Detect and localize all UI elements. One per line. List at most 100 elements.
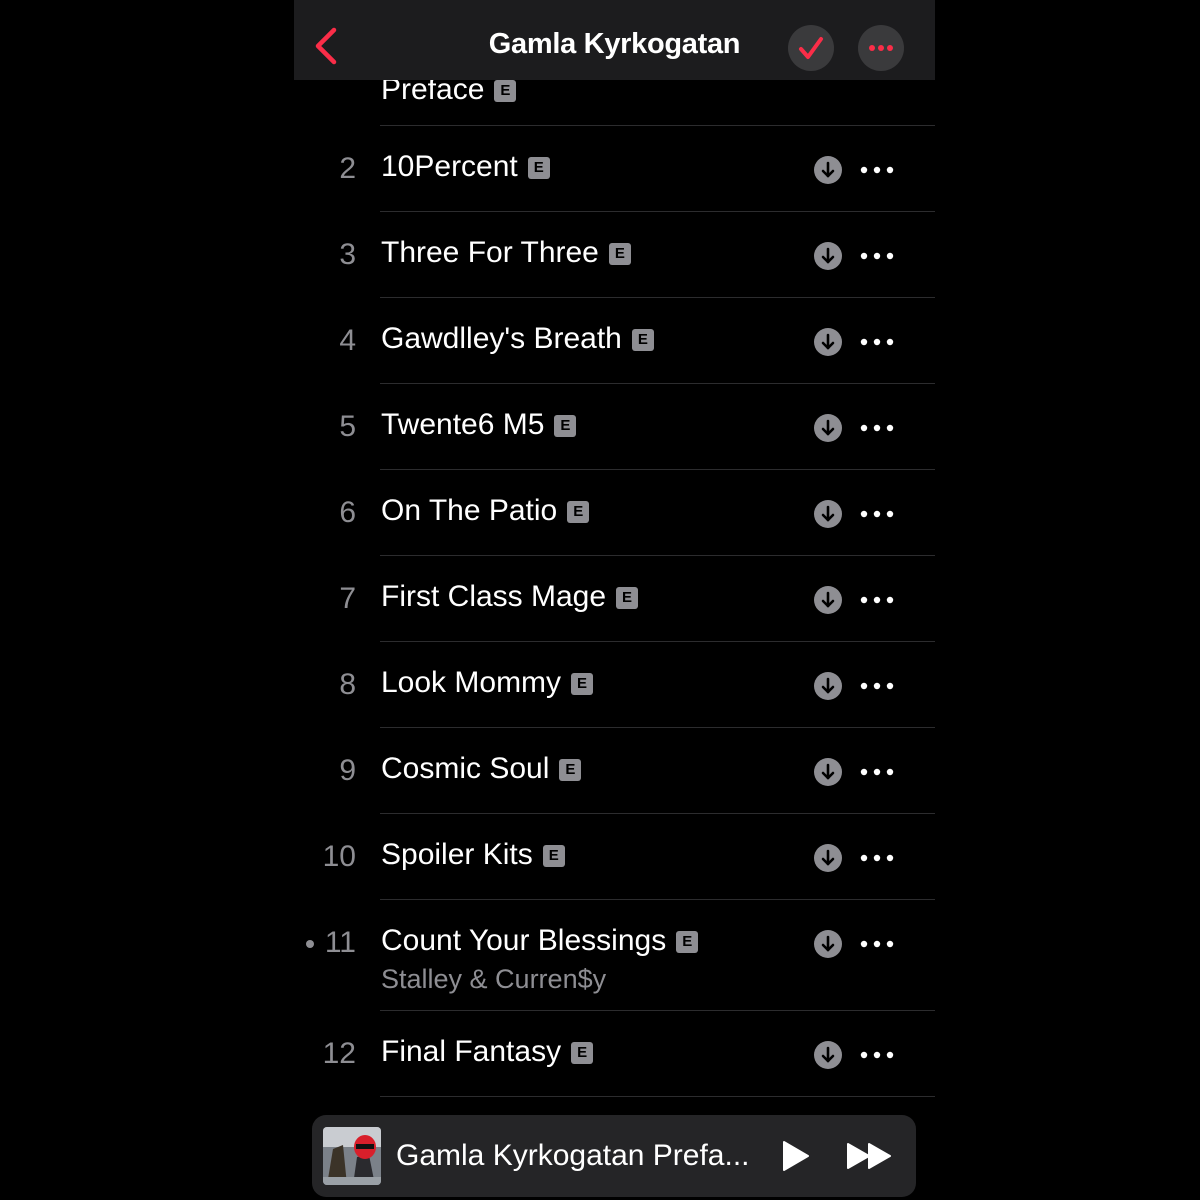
download-button[interactable] (814, 758, 842, 786)
track-title-container: Spoiler Kits E (381, 838, 565, 872)
track-row[interactable]: 12 Final Fantasy E (294, 1011, 935, 1097)
fast-forward-icon (847, 1143, 891, 1169)
download-button[interactable] (814, 586, 842, 614)
download-arrow-icon (821, 591, 835, 608)
download-arrow-icon (821, 419, 835, 436)
ellipsis-icon (860, 166, 894, 174)
track-more-button[interactable] (857, 500, 897, 528)
track-title-container: Three For Three E (381, 236, 631, 270)
track-row[interactable]: 2 10Percent E (294, 126, 935, 212)
track-more-button[interactable] (857, 1041, 897, 1069)
play-button[interactable] (778, 1139, 812, 1173)
track-title-container: First Class Mage E (381, 580, 639, 614)
download-button[interactable] (814, 242, 842, 270)
track-number: 4 (339, 324, 356, 357)
download-arrow-icon (821, 677, 835, 694)
explicit-badge: E (608, 243, 631, 265)
explicit-badge: E (567, 501, 590, 523)
download-button[interactable] (814, 414, 842, 442)
track-more-button[interactable] (857, 758, 897, 786)
explicit-badge: E (542, 845, 565, 867)
mini-player[interactable]: Gamla Kyrkogatan Prefa... (312, 1115, 916, 1197)
track-row[interactable]: 3 Three For Three E (294, 212, 935, 298)
ellipsis-icon (860, 1051, 894, 1059)
download-arrow-icon (821, 1046, 835, 1063)
track-title-container: On The Patio E (381, 494, 590, 528)
ellipsis-icon (860, 338, 894, 346)
track-number: 3 (339, 238, 356, 271)
track-more-button[interactable] (857, 844, 897, 872)
track-row[interactable]: 7 First Class Mage E (294, 556, 935, 642)
track-more-button[interactable] (857, 414, 897, 442)
track-title: Gawdlley's Breath (381, 322, 622, 355)
download-button[interactable] (814, 156, 842, 184)
track-title: Cosmic Soul (381, 752, 550, 785)
track-more-button[interactable] (857, 328, 897, 356)
explicit-badge: E (676, 931, 699, 953)
download-button[interactable] (814, 328, 842, 356)
track-title: Look Mommy (381, 666, 562, 699)
now-playing-title: Gamla Kyrkogatan Prefa... (396, 1139, 750, 1172)
track-more-button[interactable] (857, 930, 897, 958)
track-row[interactable]: 9 Cosmic Soul E (294, 728, 935, 814)
track-title: Twente6 M5 (381, 408, 545, 441)
track-number: 12 (322, 1037, 356, 1070)
download-arrow-icon (821, 505, 835, 522)
download-button[interactable] (814, 672, 842, 700)
fast-forward-button[interactable] (845, 1141, 895, 1171)
ellipsis-icon (860, 424, 894, 432)
ellipsis-icon (860, 854, 894, 862)
checkmark-icon (799, 37, 823, 59)
play-icon (783, 1141, 809, 1171)
explicit-badge: E (527, 157, 550, 179)
track-row[interactable]: 8 Look Mommy E (294, 642, 935, 728)
track-artist: Stalley & Curren$y (381, 964, 607, 994)
track-more-button[interactable] (857, 672, 897, 700)
track-row[interactable]: 4 Gawdlley's Breath E (294, 298, 935, 384)
track-number: 6 (339, 496, 356, 529)
download-arrow-icon (821, 247, 835, 264)
more-options-button[interactable] (858, 25, 904, 71)
track-more-button[interactable] (857, 586, 897, 614)
explicit-badge: E (494, 80, 517, 102)
download-button[interactable] (814, 844, 842, 872)
ellipsis-icon (860, 768, 894, 776)
explicit-badge: E (571, 673, 594, 695)
explicit-badge: E (631, 329, 654, 351)
track-number: 10 (322, 840, 356, 873)
track-more-button[interactable] (857, 156, 897, 184)
album-artwork (323, 1127, 381, 1185)
explicit-badge: E (554, 415, 577, 437)
track-title-container: Final Fantasy E (381, 1035, 594, 1069)
ellipsis-icon (860, 510, 894, 518)
track-title: Three For Three (381, 236, 599, 269)
track-row[interactable]: 6 On The Patio E (294, 470, 935, 556)
track-title-container: Cosmic Soul E (381, 752, 582, 786)
download-arrow-icon (821, 333, 835, 350)
download-button[interactable] (814, 1041, 842, 1069)
track-number: 9 (339, 754, 356, 787)
download-arrow-icon (821, 763, 835, 780)
track-title: Spoiler Kits (381, 838, 533, 871)
explicit-badge: E (559, 759, 582, 781)
download-button[interactable] (814, 930, 842, 958)
download-button[interactable] (814, 500, 842, 528)
download-arrow-icon (821, 849, 835, 866)
track-number: 11 (324, 926, 356, 959)
track-title-container: Twente6 M5 E (381, 408, 577, 442)
track-row[interactable]: 5 Twente6 M5 E (294, 384, 935, 470)
track-row[interactable]: 11 Count Your Blessings E Stalley & Curren$… (294, 900, 935, 1011)
track-title-container: Look Mommy E (381, 666, 594, 700)
track-title-container: Count Your Blessings E (381, 924, 699, 958)
track-title: On The Patio (381, 494, 558, 527)
track-more-button[interactable] (857, 242, 897, 270)
track-title-container: 10Percent E (381, 150, 550, 184)
track-number: 2 (339, 152, 356, 185)
added-to-library-button[interactable] (788, 25, 834, 71)
ellipsis-icon (860, 596, 894, 604)
explicit-badge: E (571, 1042, 594, 1064)
track-title: 10Percent (381, 150, 518, 183)
ellipsis-icon (860, 940, 894, 948)
track-row[interactable]: 10 Spoiler Kits E (294, 814, 935, 900)
track-number: 5 (339, 410, 356, 443)
